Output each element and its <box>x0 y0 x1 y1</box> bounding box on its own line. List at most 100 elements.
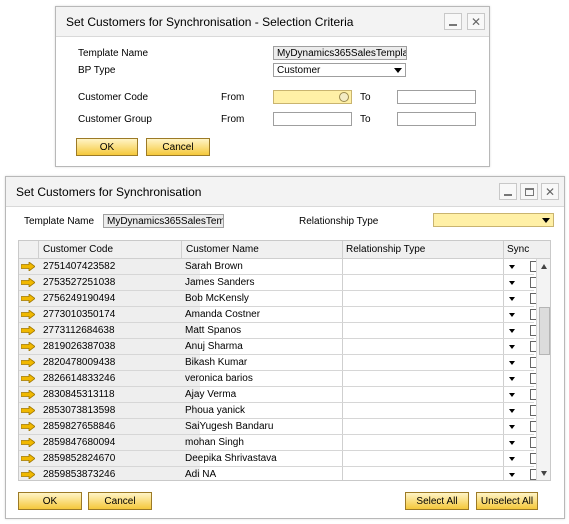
customer-code-cell: 2751407423582 <box>43 261 116 272</box>
unselect-all-button[interactable]: Unselect All <box>476 492 538 510</box>
row-header[interactable] <box>19 323 38 338</box>
chevron-down-icon[interactable] <box>509 265 515 269</box>
link-arrow-icon[interactable] <box>21 310 35 319</box>
template-name-field[interactable]: MyDynamics365SalesTemplate <box>103 214 224 228</box>
minimize-button[interactable] <box>444 13 462 30</box>
bp-type-select[interactable]: Customer <box>273 63 406 77</box>
customer-code-to-field[interactable] <box>397 90 476 104</box>
table-row[interactable]: 2773010350174 Amanda Costner <box>19 307 541 323</box>
link-arrow-icon[interactable] <box>21 326 35 335</box>
link-arrow-icon[interactable] <box>21 454 35 463</box>
chevron-down-icon[interactable] <box>509 441 515 445</box>
row-header[interactable] <box>19 275 38 290</box>
chevron-down-icon[interactable] <box>509 297 515 301</box>
maximize-button[interactable] <box>520 183 538 200</box>
link-arrow-icon[interactable] <box>21 294 35 303</box>
link-arrow-icon[interactable] <box>21 438 35 447</box>
chevron-down-icon[interactable] <box>509 425 515 429</box>
chevron-down-icon[interactable] <box>509 409 515 413</box>
selection-criteria-titlebar: Set Customers for Synchronisation - Sele… <box>56 7 489 37</box>
table-row[interactable]: 2756249190494 Bob McKensly <box>19 291 541 307</box>
customer-code-cell: 2773112684638 <box>43 325 115 336</box>
customer-code-cell: 2830845313118 <box>43 389 115 400</box>
customer-name-cell: Deepika Shrivastava <box>185 453 277 464</box>
row-header[interactable] <box>19 419 38 434</box>
chevron-down-icon[interactable] <box>509 393 515 397</box>
scroll-up-icon[interactable] <box>541 264 547 269</box>
table-row[interactable]: 2859852824670 Deepika Shrivastava <box>19 451 541 467</box>
customer-group-from-field[interactable] <box>273 112 352 126</box>
customer-name-cell: Phoua yanick <box>185 405 246 416</box>
table-row[interactable]: 2830845313118 Ajay Verma <box>19 387 541 403</box>
row-header[interactable] <box>19 467 38 480</box>
customer-group-to-field[interactable] <box>397 112 476 126</box>
link-arrow-icon[interactable] <box>21 262 35 271</box>
table-row[interactable]: 2826614833246 veronica barios <box>19 371 541 387</box>
close-button[interactable]: ✕ <box>467 13 485 30</box>
vertical-scrollbar[interactable] <box>536 259 550 480</box>
link-arrow-icon[interactable] <box>21 374 35 383</box>
customer-name-cell: mohan Singh <box>185 437 244 448</box>
ok-button[interactable]: OK <box>76 138 138 156</box>
column-header-sync[interactable]: Sync <box>507 244 529 255</box>
column-header-customer-code[interactable]: Customer Code <box>43 244 113 255</box>
select-all-button[interactable]: Select All <box>405 492 469 510</box>
template-name-label: Template Name <box>78 48 149 59</box>
table-row[interactable]: 2859853873246 Adi NA <box>19 467 541 480</box>
customer-code-from-field[interactable] <box>273 90 352 104</box>
link-arrow-icon[interactable] <box>21 358 35 367</box>
row-header[interactable] <box>19 307 38 322</box>
selection-criteria-window: Set Customers for Synchronisation - Sele… <box>55 6 490 167</box>
chevron-down-icon[interactable] <box>509 313 515 317</box>
relationship-type-select[interactable] <box>433 213 554 227</box>
row-header[interactable] <box>19 435 38 450</box>
chevron-down-icon[interactable] <box>509 457 515 461</box>
customer-code-to-label: To <box>360 92 371 103</box>
table-row[interactable]: 2859827658846 SaiYugesh Bandaru <box>19 419 541 435</box>
link-arrow-icon[interactable] <box>21 470 35 479</box>
chevron-down-icon[interactable] <box>509 473 515 477</box>
chevron-down-icon[interactable] <box>509 377 515 381</box>
template-name-field[interactable]: MyDynamics365SalesTemplate <box>273 46 407 60</box>
customer-name-cell: Bob McKensly <box>185 293 249 304</box>
table-row[interactable]: 2751407423582 Sarah Brown <box>19 259 541 275</box>
row-header[interactable] <box>19 451 38 466</box>
table-row[interactable]: 2820478009438 Bikash Kumar <box>19 355 541 371</box>
column-header-customer-name[interactable]: Customer Name <box>186 244 259 255</box>
link-arrow-icon[interactable] <box>21 390 35 399</box>
chevron-down-icon[interactable] <box>509 345 515 349</box>
customer-code-cell: 2756249190494 <box>43 293 116 304</box>
link-arrow-icon[interactable] <box>21 342 35 351</box>
template-name-label: Template Name <box>24 216 95 227</box>
bp-type-label: BP Type <box>78 65 116 76</box>
chevron-down-icon[interactable] <box>509 281 515 285</box>
table-row[interactable]: 2859847680094 mohan Singh <box>19 435 541 451</box>
cancel-button[interactable]: Cancel <box>88 492 152 510</box>
link-arrow-icon[interactable] <box>21 278 35 287</box>
table-row[interactable]: 2773112684638 Matt Spanos <box>19 323 541 339</box>
row-header[interactable] <box>19 291 38 306</box>
minimize-button[interactable] <box>499 183 517 200</box>
column-header-relationship-type[interactable]: Relationship Type <box>346 244 425 255</box>
table-row[interactable]: 2853073813598 Phoua yanick <box>19 403 541 419</box>
chevron-down-icon[interactable] <box>509 329 515 333</box>
table-row[interactable]: 2753527251038 James Sanders <box>19 275 541 291</box>
row-header[interactable] <box>19 355 38 370</box>
row-header[interactable] <box>19 259 38 274</box>
row-header[interactable] <box>19 339 38 354</box>
selection-criteria-title: Set Customers for Synchronisation - Sele… <box>66 15 354 29</box>
close-button[interactable]: ✕ <box>541 183 559 200</box>
chevron-down-icon[interactable] <box>509 361 515 365</box>
cancel-button[interactable]: Cancel <box>146 138 210 156</box>
scroll-thumb[interactable] <box>539 307 550 355</box>
row-header[interactable] <box>19 403 38 418</box>
row-header[interactable] <box>19 371 38 386</box>
customer-group-from-label: From <box>221 114 245 125</box>
customer-group-to-label: To <box>360 114 371 125</box>
table-row[interactable]: 2819026387038 Anuj Sharma <box>19 339 541 355</box>
link-arrow-icon[interactable] <box>21 406 35 415</box>
link-arrow-icon[interactable] <box>21 422 35 431</box>
row-header[interactable] <box>19 387 38 402</box>
scroll-down-icon[interactable] <box>541 471 547 476</box>
ok-button[interactable]: OK <box>18 492 82 510</box>
